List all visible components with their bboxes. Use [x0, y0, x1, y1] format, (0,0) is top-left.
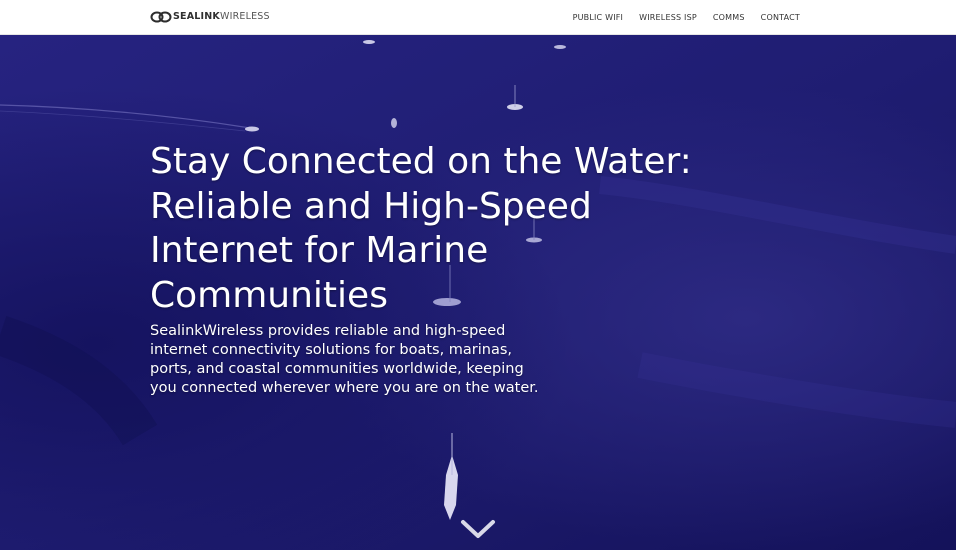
brand-name-part2: WIRELESS	[219, 11, 270, 22]
nav-link-wireless-isp[interactable]: WIRELESS ISP	[639, 0, 697, 35]
nav-link-contact[interactable]: CONTACT	[761, 0, 800, 35]
chevron-down-icon[interactable]	[460, 517, 496, 541]
brand-name-part1: SEALINK	[173, 11, 220, 22]
brand-logo-link[interactable]: SEALINKWIRELESS	[150, 10, 270, 24]
nav-link-comms[interactable]: COMMS	[713, 0, 745, 35]
brand-name: SEALINKWIRELESS	[173, 11, 270, 23]
hero-title: Stay Connected on the Water: Reliable an…	[150, 141, 692, 316]
site-header: SEALINKWIRELESS PUBLIC WIFI WIRELESS ISP…	[0, 0, 956, 35]
linked-rings-logo-icon	[150, 11, 172, 23]
nav-link-public-wifi[interactable]: PUBLIC WIFI	[573, 0, 624, 35]
hero-description: SealinkWireless provides reliable and hi…	[150, 323, 539, 396]
main-nav: PUBLIC WIFI WIRELESS ISP COMMS CONTACT	[557, 0, 800, 35]
hero-section: Stay Connected on the Water: Reliable an…	[0, 35, 956, 550]
